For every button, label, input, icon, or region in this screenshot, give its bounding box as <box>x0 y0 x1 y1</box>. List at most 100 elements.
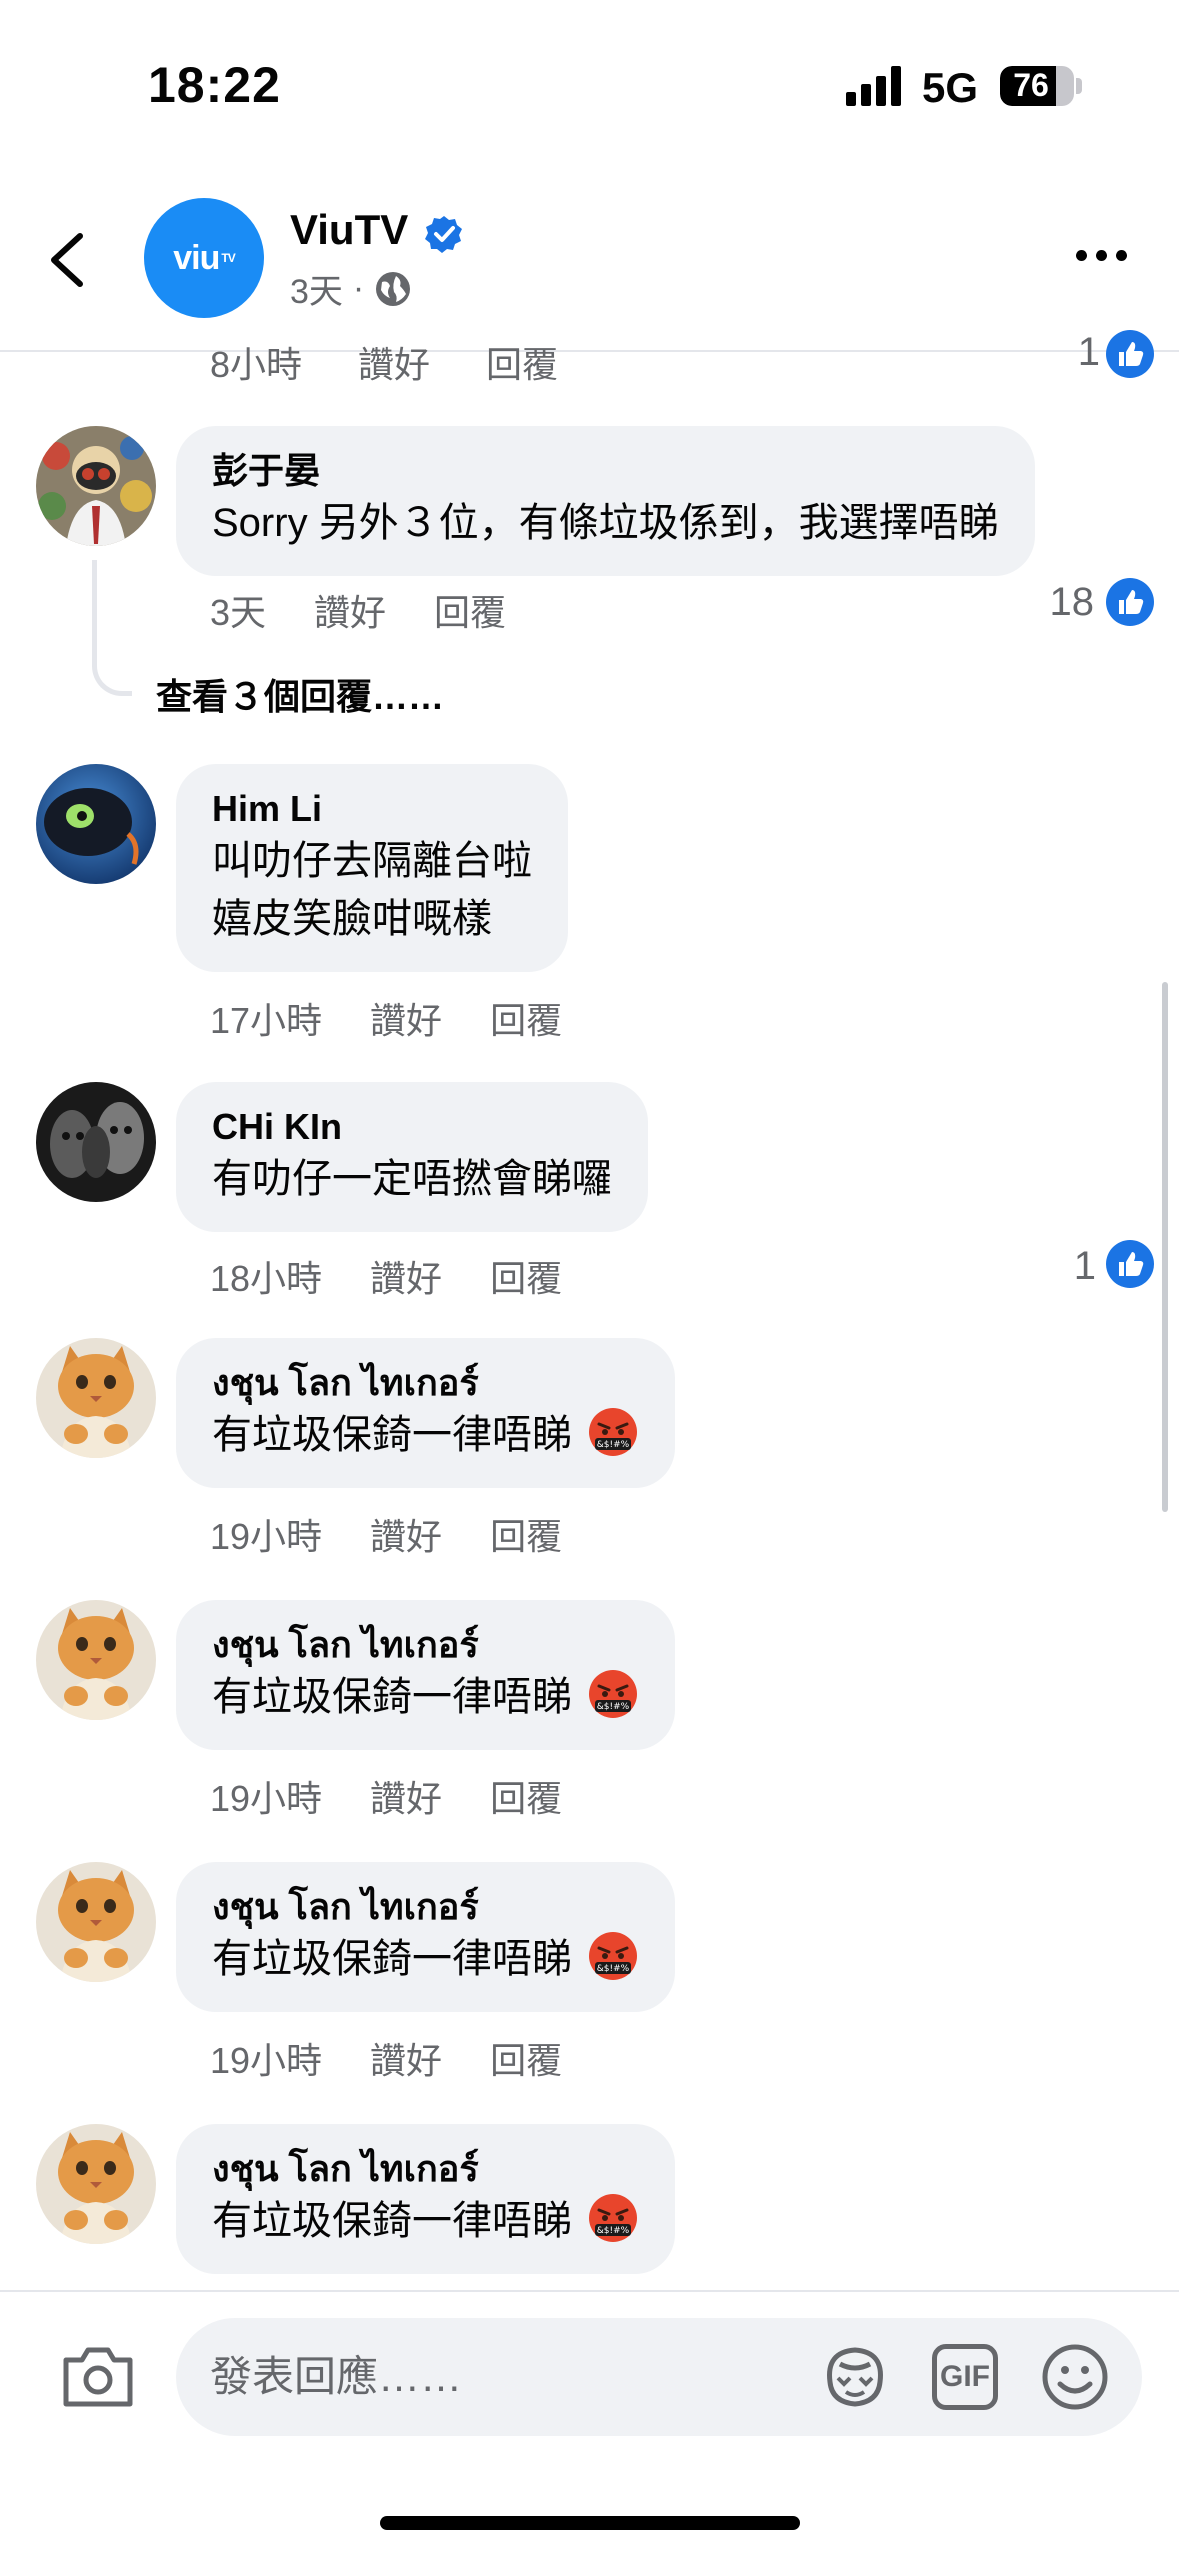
like-count: 1 <box>1073 1244 1096 1288</box>
comment-author[interactable]: งชุน โลก ไทเกอร์ <box>212 1360 639 1406</box>
battery-icon: 76 <box>1000 66 1074 106</box>
camera-button[interactable] <box>60 2344 136 2410</box>
comment-text-content: 有垃圾保錡一律唔睇 <box>212 1675 572 1719</box>
like-button[interactable]: 讚好 <box>314 584 386 636</box>
svg-text:&$!#%: &$!#% <box>597 1702 630 1712</box>
page-name[interactable]: ViuTV <box>290 206 408 254</box>
comment-author[interactable]: งชุน โลก ไทเกอร์ <box>212 1884 639 1930</box>
svg-text:&$!#%: &$!#% <box>597 2226 630 2236</box>
comment-bubble[interactable]: CHi KIn 有叻仔一定唔撚會睇囉 <box>176 1082 648 1232</box>
like-button[interactable]: 讚好 <box>370 1508 442 1560</box>
post-time: 3天 <box>290 273 343 311</box>
comment-bubble[interactable]: งชุน โลก ไทเกอร์ 有垃圾保錡一律唔睇 &$!#% <box>176 2124 676 2274</box>
comment-author[interactable]: Him Li <box>212 786 532 832</box>
comment-time: 17小時 <box>210 1000 323 1041</box>
like-button[interactable]: 讚好 <box>370 992 442 1044</box>
view-replies-link[interactable]: 查看３個回覆…… <box>156 668 444 720</box>
post-meta: 3天 · <box>290 264 412 313</box>
smiley-icon <box>1042 2344 1108 2410</box>
like-button[interactable]: 讚好 <box>358 336 430 388</box>
avatar[interactable] <box>36 1338 156 1458</box>
comment-text-content: 有垃圾保錡一律唔睇 <box>212 1937 572 1981</box>
more-options-button[interactable] <box>1076 240 1136 270</box>
cursing-face-emoji: &$!#% <box>589 1670 638 1718</box>
masked-figure-avatar <box>36 426 156 546</box>
thumbs-up-icon[interactable] <box>1106 330 1154 378</box>
comment-bubble[interactable]: งชุน โลก ไทเกอร์ 有垃圾保錡一律唔睇 &$!#% <box>176 1338 676 1488</box>
reply-button[interactable]: 回覆 <box>490 992 562 1044</box>
thumbs-up-glyph <box>1119 590 1144 614</box>
avatar[interactable] <box>36 764 156 884</box>
cellular-signal-icon <box>846 66 906 106</box>
avatar-sticker-button[interactable] <box>820 2342 890 2412</box>
avatar[interactable] <box>36 1082 156 1202</box>
reply-button[interactable]: 回覆 <box>486 336 558 388</box>
avatar[interactable] <box>36 2124 156 2244</box>
gif-button[interactable]: GIF <box>932 2344 998 2410</box>
comment-bubble[interactable]: งชุน โลก ไทเกอร์ 有垃圾保錡一律唔睇 &$!#% <box>176 1862 676 2012</box>
page-avatar-text: viu <box>173 238 220 277</box>
reply-button[interactable]: 回覆 <box>490 1508 562 1560</box>
avatar[interactable] <box>36 426 156 546</box>
meta-separator: · <box>352 269 365 307</box>
comment-bubble[interactable]: Him Li 叫叻仔去隔離台啦 嬉皮笑臉咁嘅樣 <box>176 764 568 972</box>
comment-time: 18小時 <box>210 1258 323 1299</box>
gif-icon: GIF <box>940 2360 990 2393</box>
page-avatar[interactable]: viu TV <box>144 198 264 318</box>
comment-input[interactable] <box>210 2318 810 2436</box>
header-divider <box>0 350 1179 352</box>
reply-button[interactable]: 回覆 <box>434 584 506 636</box>
chevron-left-icon <box>51 233 83 287</box>
comment-time: 19小時 <box>210 1516 323 1557</box>
reply-button[interactable]: 回覆 <box>490 2032 562 2084</box>
like-button[interactable]: 讚好 <box>370 1770 442 1822</box>
comment-time: 19小時 <box>210 2040 323 2081</box>
comment-author[interactable]: CHi KIn <box>212 1104 612 1150</box>
comment-actions: 18小時 讚好 回覆 <box>210 1250 562 1302</box>
emoji-button[interactable] <box>1040 2342 1110 2412</box>
comment-actions: 17小時 讚好 回覆 <box>210 992 562 1044</box>
page-avatar-sup: TV <box>221 251 235 265</box>
comment-text: 有垃圾保錡一律唔睇 &$!#% <box>212 2192 639 2250</box>
avatar-sticker-icon <box>827 2347 883 2407</box>
home-indicator <box>380 2516 800 2530</box>
orange-cat-avatar <box>36 1862 156 1982</box>
thumbs-up-glyph <box>1119 1252 1144 1276</box>
comment-actions: 19小時 讚好 回覆 <box>210 1770 562 1822</box>
back-button[interactable] <box>40 220 100 300</box>
comment-bubble[interactable]: งชุน โลก ไทเกอร์ 有垃圾保錡一律唔睇 &$!#% <box>176 1600 676 1750</box>
like-button[interactable]: 讚好 <box>370 2032 442 2084</box>
comment-author[interactable]: งชุน โลก ไทเกอร์ <box>212 1622 639 1668</box>
orange-cat-avatar <box>36 1600 156 1720</box>
comment-time: 3天 <box>210 592 267 633</box>
thumbs-up-glyph <box>1119 342 1144 366</box>
globe-icon <box>376 271 411 306</box>
cursing-face-emoji: &$!#% <box>589 1408 638 1456</box>
scrollbar[interactable] <box>1162 982 1168 1512</box>
comment-text-content: 有垃圾保錡一律唔睇 <box>212 1413 572 1457</box>
reply-button[interactable]: 回覆 <box>490 1250 562 1302</box>
status-time: 18:22 <box>148 57 281 113</box>
cursing-face-emoji: &$!#% <box>589 1932 638 1980</box>
like-count: 1 <box>1077 330 1100 374</box>
comment-text: 叫叻仔去隔離台啦 <box>212 839 532 883</box>
comment-bubble[interactable]: 彭于晏 Sorry 另外３位，有條垃圾係到，我選擇唔睇 <box>176 426 1035 576</box>
comment-author[interactable]: 彭于晏 <box>212 448 999 494</box>
avatar[interactable] <box>36 1862 156 1982</box>
comment-text: 有叻仔一定唔撚會睇囉 <box>212 1157 612 1201</box>
thumbs-up-icon[interactable] <box>1106 578 1154 626</box>
comment-text-content: 有垃圾保錡一律唔睇 <box>212 2199 572 2243</box>
like-button[interactable]: 讚好 <box>370 1250 442 1302</box>
comment-text: 嬉皮笑臉咁嘅樣 <box>212 897 492 941</box>
more-dot <box>1116 249 1127 261</box>
thumbs-up-icon[interactable] <box>1106 1240 1154 1288</box>
avatar[interactable] <box>36 1600 156 1720</box>
reply-button[interactable]: 回覆 <box>490 1770 562 1822</box>
comment-author[interactable]: งชุน โลก ไทเกอร์ <box>212 2146 639 2192</box>
comment-actions: 19小時 讚好 回覆 <box>210 2032 562 2084</box>
cartoon-dragon-avatar <box>36 764 156 884</box>
svg-text:&$!#%: &$!#% <box>597 1964 630 1974</box>
comment-time: 8小時 <box>210 344 303 385</box>
more-dots-icon <box>1076 249 1087 261</box>
comment-time: 19小時 <box>210 1778 323 1819</box>
